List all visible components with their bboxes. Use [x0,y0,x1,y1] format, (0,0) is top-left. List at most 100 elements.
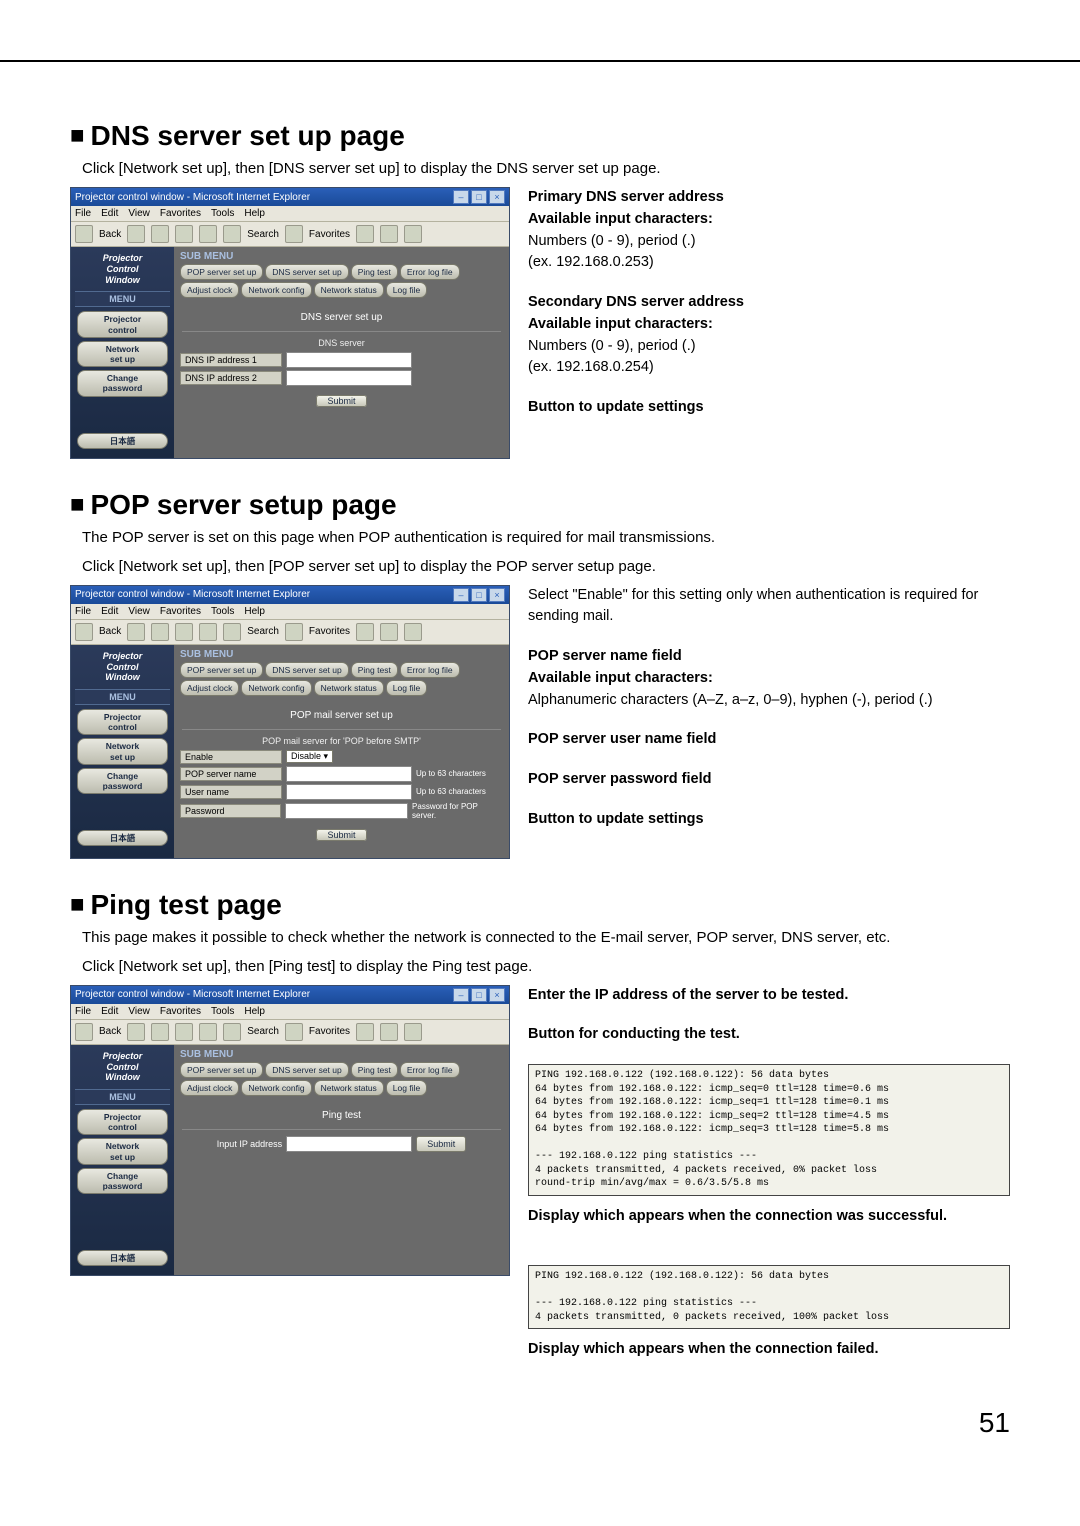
menubar: File Edit View Favorites Tools Help [71,206,509,222]
submenu-clock[interactable]: Adjust clock [180,282,239,298]
dns-sub-title: DNS server [180,338,503,348]
ping-success-output: PING 192.168.0.122 (192.168.0.122): 56 d… [528,1064,1010,1196]
dns-inner-title: DNS server set up [180,312,503,323]
maximize-icon[interactable]: □ [471,190,487,204]
stop-icon[interactable] [151,225,169,243]
submenu-ping[interactable]: Ping test [351,264,398,280]
ping-ip-input[interactable] [286,1136,412,1152]
sidebar-item-network-setup[interactable]: Network set up [77,1138,168,1164]
menu-tools[interactable]: Tools [211,208,234,219]
refresh-icon[interactable] [175,225,193,243]
pop-user-label: User name [180,785,282,799]
home-icon[interactable] [199,225,217,243]
browser-toolbar: Back Search Favorites [71,222,509,247]
minimize-icon[interactable]: – [453,588,469,602]
print-icon[interactable] [404,1023,422,1041]
print-icon[interactable] [404,225,422,243]
maximize-icon[interactable]: □ [471,588,487,602]
back-icon[interactable] [75,225,93,243]
pop-browser-window: Projector control window - Microsoft Int… [70,585,510,859]
minimize-icon[interactable]: – [453,988,469,1002]
minimize-icon[interactable]: – [453,190,469,204]
ping-fail-output: PING 192.168.0.122 (192.168.0.122): 56 d… [528,1265,1010,1329]
menu-file[interactable]: File [75,208,91,219]
stop-icon[interactable] [151,1023,169,1041]
ping-fail-caption: Display which appears when the connectio… [528,1339,1010,1361]
browser-title: Projector control window - Microsoft Int… [75,192,310,203]
menu-favorites[interactable]: Favorites [160,208,201,219]
dns-ip2-label: DNS IP address 2 [180,371,282,385]
dns-browser-window: Projector control window - Microsoft Int… [70,187,510,459]
pop-user-input[interactable] [286,784,412,800]
search-icon[interactable] [223,623,241,641]
dns-body: Click [Network set up], then [DNS server… [82,158,1010,179]
pop-submit-button[interactable]: Submit [316,829,366,841]
close-icon[interactable]: × [489,588,505,602]
sidebar-item-network-setup[interactable]: Network set up [77,341,168,367]
ping-input-label: Input IP address [217,1139,282,1149]
dns-ip2-input[interactable] [286,370,412,386]
maximize-icon[interactable]: □ [471,988,487,1002]
submenu-errlog[interactable]: Error log file [400,264,460,280]
submenu-netcfg[interactable]: Network config [241,282,311,298]
submenu-logfile[interactable]: Log file [386,282,427,298]
refresh-icon[interactable] [175,1023,193,1041]
sidebar-item-projector-control[interactable]: Projector control [77,1109,168,1135]
submenu-netstat[interactable]: Network status [314,282,384,298]
close-icon[interactable]: × [489,988,505,1002]
close-icon[interactable]: × [489,190,505,204]
sidebar-item-change-password[interactable]: Change password [77,768,168,794]
pop-inner-title: POP mail server set up [180,710,503,721]
dns-ann1-title: Primary DNS server address [528,187,1010,209]
search-icon[interactable] [223,225,241,243]
sidebar-item-change-password[interactable]: Change password [77,370,168,396]
print-icon[interactable] [404,623,422,641]
back-icon[interactable] [75,1023,93,1041]
favorites-icon[interactable] [285,623,303,641]
pop-enable-select[interactable]: Disable ▾ [286,750,333,763]
history-icon[interactable] [356,1023,374,1041]
stop-icon[interactable] [151,623,169,641]
mail-icon[interactable] [380,1023,398,1041]
sidebar-item-change-password[interactable]: Change password [77,1168,168,1194]
pop-pass-label: Password [180,804,281,818]
home-icon[interactable] [199,623,217,641]
menu-edit[interactable]: Edit [101,208,118,219]
pop-heading: POP server setup page [70,489,1010,521]
pop-enable-label: Enable [180,750,282,764]
menu-help[interactable]: Help [244,208,265,219]
submenu-pop[interactable]: POP server set up [180,264,263,280]
history-icon[interactable] [356,623,374,641]
forward-icon[interactable] [127,1023,145,1041]
sidebar-item-network-setup[interactable]: Network set up [77,738,168,764]
forward-icon[interactable] [127,225,145,243]
ping-heading: Ping test page [70,889,1010,921]
mail-icon[interactable] [380,623,398,641]
mail-icon[interactable] [380,225,398,243]
home-icon[interactable] [199,1023,217,1041]
dns-heading: DNS server set up page [70,120,1010,152]
back-icon[interactable] [75,623,93,641]
search-icon[interactable] [223,1023,241,1041]
favorites-icon[interactable] [285,1023,303,1041]
sidebar-item-japanese[interactable]: 日本語 [77,1250,168,1266]
sidebar-item-projector-control[interactable]: Projector control [77,709,168,735]
dns-ip1-label: DNS IP address 1 [180,353,282,367]
sidebar-item-japanese[interactable]: 日本語 [77,433,168,449]
pop-pass-input[interactable] [285,803,408,819]
favorites-icon[interactable] [285,225,303,243]
ping-success-caption: Display which appears when the connectio… [528,1206,1010,1228]
sidebar-item-projector-control[interactable]: Projector control [77,311,168,337]
dns-ip1-input[interactable] [286,352,412,368]
sidebar-item-japanese[interactable]: 日本語 [77,830,168,846]
menu-view[interactable]: View [128,208,150,219]
ping-submit-button[interactable]: Submit [416,1136,466,1152]
submenu-dns[interactable]: DNS server set up [265,264,348,280]
history-icon[interactable] [356,225,374,243]
dns-ann3: Button to update settings [528,397,1010,419]
dns-submit-button[interactable]: Submit [316,395,366,407]
dns-ann2-title: Secondary DNS server address [528,292,1010,314]
refresh-icon[interactable] [175,623,193,641]
pop-server-input[interactable] [286,766,412,782]
forward-icon[interactable] [127,623,145,641]
